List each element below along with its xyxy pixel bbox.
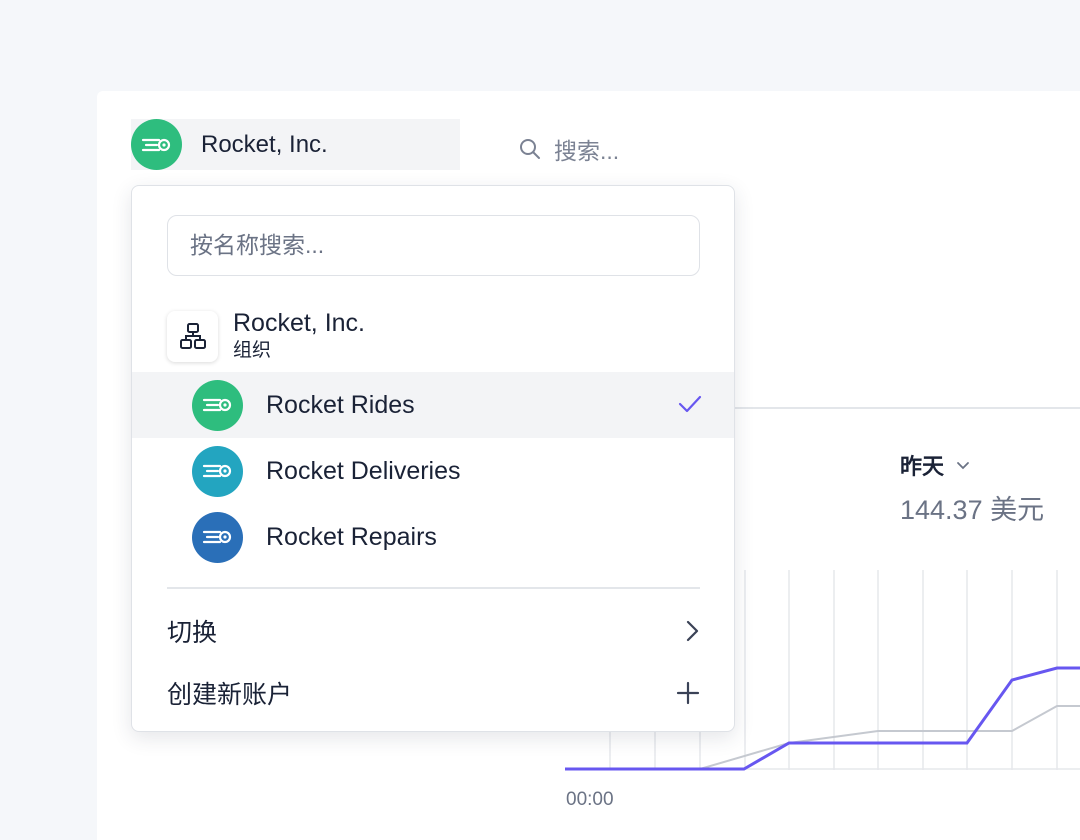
account-item-rocket-repairs[interactable]: Rocket Repairs [132, 504, 734, 570]
switch-label: 切换 [167, 619, 218, 647]
organization-hierarchy-icon [167, 310, 218, 362]
organization-name: Rocket, Inc. [233, 309, 365, 337]
chart-time-label: 00:00 [566, 789, 614, 810]
rocket-logo-icon [192, 445, 243, 497]
global-search[interactable]: 搜索... [518, 132, 619, 166]
menu-divider [167, 587, 700, 589]
date-range-label: 昨天 [900, 454, 945, 479]
account-switcher-button[interactable]: Rocket, Inc. [131, 119, 460, 170]
account-name: Rocket, Inc. [201, 130, 328, 158]
search-icon [520, 139, 540, 159]
account-item-rocket-deliveries[interactable]: Rocket Deliveries [132, 438, 734, 504]
account-filter-input[interactable] [167, 215, 700, 276]
account-dropdown: Rocket, Inc. 组织 Rocket Rides Rocket Deli… [131, 185, 735, 732]
date-range-selector[interactable]: 昨天 [900, 449, 970, 481]
switch-account-item[interactable]: 切换 [167, 606, 700, 656]
rocket-logo-icon [192, 511, 243, 563]
rocket-logo-icon [192, 379, 243, 431]
create-account-label: 创建新账户 [167, 681, 293, 709]
plus-icon [676, 681, 700, 705]
rocket-logo-icon [131, 119, 182, 170]
chevron-down-icon [957, 462, 969, 470]
range-total-value: 144.37 美元 [900, 495, 1045, 525]
account-label: Rocket Rides [266, 390, 415, 419]
organization-item[interactable]: Rocket, Inc. 组织 [167, 306, 700, 366]
global-search-placeholder: 搜索... [554, 138, 620, 164]
check-icon [678, 395, 702, 413]
account-label: Rocket Deliveries [266, 456, 461, 485]
organization-subtitle: 组织 [233, 340, 272, 361]
create-account-item[interactable]: 创建新账户 [167, 668, 700, 718]
account-label: Rocket Repairs [266, 522, 437, 551]
chevron-right-icon [686, 620, 699, 642]
account-item-rocket-rides[interactable]: Rocket Rides [132, 372, 734, 438]
section-divider [734, 407, 1080, 409]
